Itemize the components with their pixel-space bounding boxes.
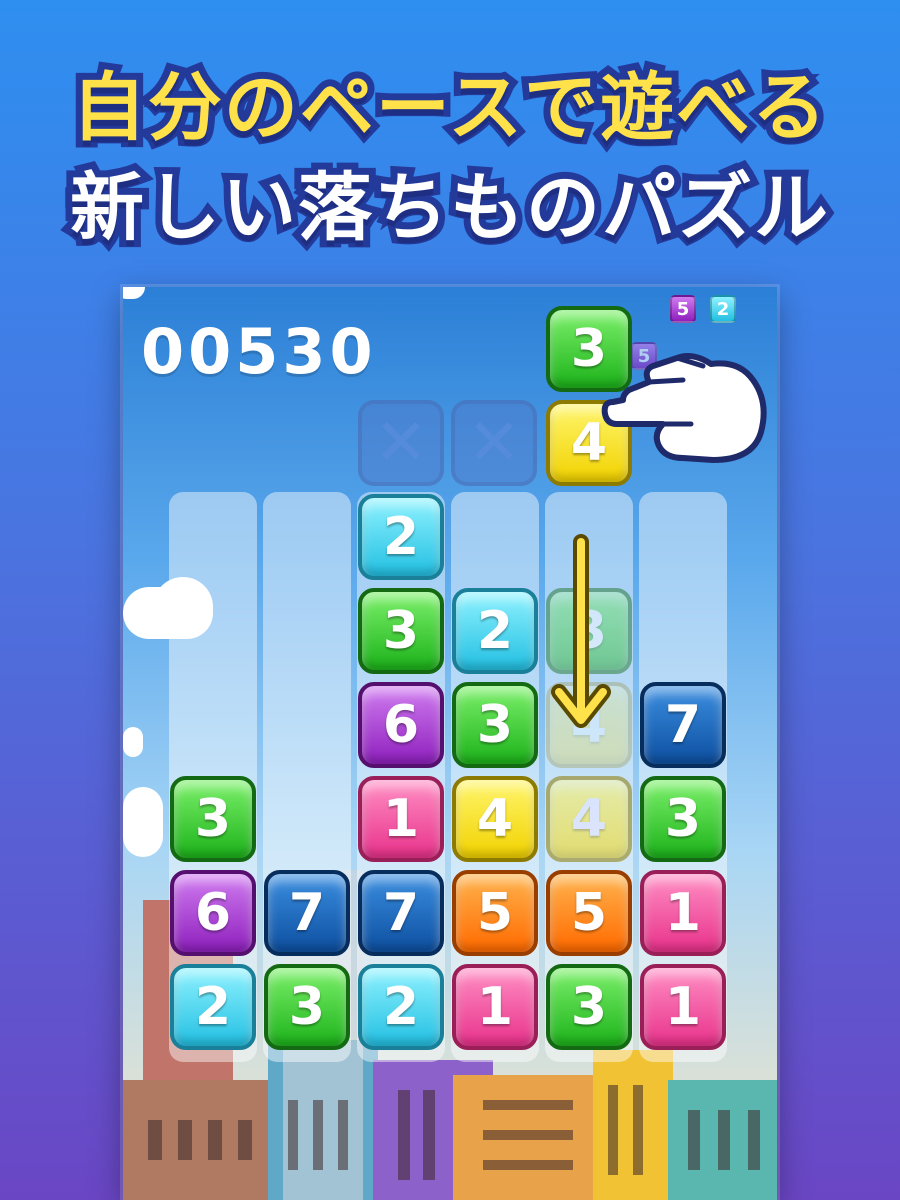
grid-tile: 7 (358, 870, 444, 956)
headline-line-1: 自分のペースで遊べる (65, 58, 833, 158)
game-screen: 00530 5 2 5 ✕ ✕ 3 4 3 4 3 6 2 7 3 2 3 6 … (123, 287, 777, 1200)
next-preview-tile: 5 (670, 295, 696, 323)
grid-tile: 7 (264, 870, 350, 956)
grid-tile: 1 (640, 964, 726, 1050)
grid-tile: 7 (640, 682, 726, 768)
grid-tile: 1 (452, 964, 538, 1050)
pointing-hand-icon (601, 353, 767, 463)
grid-tile: 2 (452, 588, 538, 674)
score-display: 00530 (141, 315, 377, 388)
grid-tile: 1 (640, 870, 726, 956)
grid-tile: 6 (170, 870, 256, 956)
grid-tile: 6 (358, 682, 444, 768)
x-mark-icon: ✕ (467, 406, 521, 480)
landing-tile: 4 (546, 776, 632, 862)
grid-tile: 2 (358, 964, 444, 1050)
grid-tile: 2 (358, 494, 444, 580)
grid-tile: 3 (546, 964, 632, 1050)
grid-tile: 5 (452, 870, 538, 956)
next-preview-tile: 2 (710, 295, 736, 323)
grid-tile: 3 (358, 588, 444, 674)
grid-tile: 2 (170, 964, 256, 1050)
grid-tile: 5 (546, 870, 632, 956)
grid-tile: 4 (452, 776, 538, 862)
blocked-slot: ✕ (451, 400, 537, 486)
x-mark-icon: ✕ (374, 406, 428, 480)
grid-tile: 3 (452, 682, 538, 768)
headline-line-2: 新しい落ちものパズル (63, 158, 835, 258)
down-arrow-icon (551, 534, 611, 728)
grid-tile: 3 (264, 964, 350, 1050)
blocked-slot: ✕ (358, 400, 444, 486)
grid-tile: 3 (640, 776, 726, 862)
grid-tile: 1 (358, 776, 444, 862)
grid-tile: 3 (170, 776, 256, 862)
